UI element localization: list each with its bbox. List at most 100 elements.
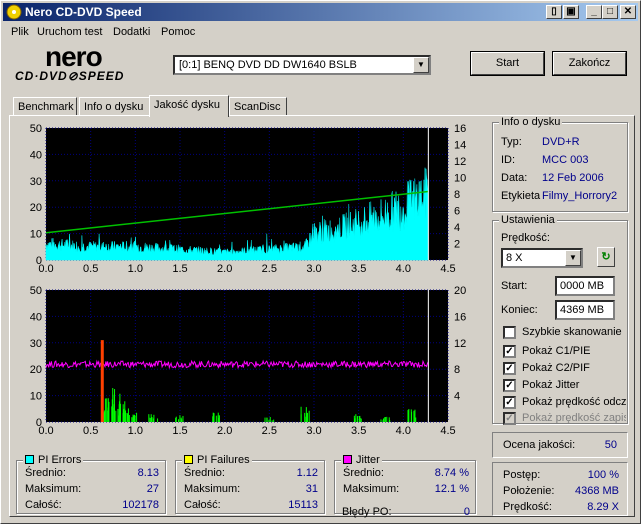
pif-total-label: Całość: [184, 499, 221, 511]
help-icon[interactable]: ▯ [546, 5, 562, 19]
menu-uruchom-test[interactable]: Uruchom test [37, 26, 102, 38]
pie-avg-label: Średnio: [25, 467, 66, 479]
y-left-tick-label: 50 [30, 285, 42, 297]
pi-failures-swatch [184, 455, 193, 464]
start-mb-input[interactable]: 0000 MB [555, 276, 615, 296]
x-tick-label: 4.5 [440, 425, 455, 437]
disc-id-label: ID: [501, 154, 516, 166]
jitter-title-wrap: Jitter [341, 454, 382, 466]
show-pie-label: Pokaż C1/PIE [522, 345, 591, 357]
nero-logo: nero CD·DVD⊘SPEED [13, 41, 163, 85]
minimize-button[interactable]: _ [586, 5, 602, 19]
x-tick-label: 3.5 [351, 263, 366, 275]
y-right-tick-label: 12 [454, 156, 466, 168]
chevron-down-icon[interactable]: ▼ [413, 57, 429, 73]
tab-disc-quality[interactable]: Jakość dysku [149, 95, 229, 117]
x-tick-label: 4.0 [396, 425, 411, 437]
speed-label: Prędkość: [501, 232, 550, 244]
menu-plik[interactable]: Plik [11, 26, 29, 38]
x-tick-label: 3.0 [306, 263, 321, 275]
x-tick-label: 3.0 [306, 425, 321, 437]
logo-cd-dvd-speed: CD·DVD⊘SPEED [15, 69, 125, 83]
menu-pomoc[interactable]: Pomoc [161, 26, 195, 38]
y-left-tick-label: 10 [30, 229, 42, 241]
x-tick-label: 0.5 [83, 425, 98, 437]
disc-info-group: Info o dysku Typ: DVD+R ID: MCC 003 Data… [492, 116, 628, 212]
settings-group: Ustawienia Prędkość: 8 X ▼ ↻ Start: 0000… [492, 214, 628, 425]
tab-panel: 0.0 0.5 1.0 1.5 2.0 2.5 3.0 3.5 4.0 4.5 0 10 20 30 40 5… [9, 115, 635, 518]
quick-scan-label: Szybkie skanowanie [522, 326, 622, 338]
y-left-tick-label: 30 [30, 338, 42, 350]
quick-scan-checkbox[interactable] [503, 326, 516, 339]
show-pif-label: Pokaż C2/PIF [522, 362, 590, 374]
y-right-tick-label: 8 [454, 364, 460, 376]
y-right-tick-label: 2 [454, 239, 460, 251]
tab-benchmark[interactable]: Benchmark [13, 97, 77, 115]
refresh-icon[interactable]: ↻ [597, 247, 615, 267]
pie-chart: 0.0 0.5 1.0 1.5 2.0 2.5 3.0 3.5 4.0 4.50102030405… [30, 123, 467, 275]
progress-value: 100 % [587, 469, 619, 481]
pie-avg-value: 8.13 [137, 467, 159, 479]
x-tick-label: 1.0 [128, 425, 143, 437]
pif-max-label: Maksimum: [184, 483, 241, 495]
speed-select[interactable]: 8 X ▼ [501, 248, 583, 268]
show-read-speed-checkbox[interactable]: ✓ [503, 396, 516, 409]
pie-total-value: 102178 [122, 499, 159, 511]
pi-errors-group: PI Errors Średnio: 8.13 Maksimum: 27 Cał… [16, 454, 166, 514]
disc-date-value: 12 Feb 2006 [542, 172, 604, 184]
jitter-title: Jitter [356, 454, 380, 466]
pi-failures-group: PI Failures Średnio: 1.12 Maksimum: 31 C… [175, 454, 325, 514]
disc-label-label: Etykieta [501, 190, 541, 202]
show-pif-checkbox[interactable]: ✓ [503, 362, 516, 375]
save-icon[interactable]: ▣ [563, 5, 579, 19]
x-tick-label: 2.5 [262, 425, 277, 437]
end-button[interactable]: Zakończ [552, 51, 627, 76]
position-label: Położenie: [503, 485, 555, 497]
pif-chart: 0.0 0.5 1.0 1.5 2.0 2.5 3.0 3.5 4.0 4.50102030405… [30, 285, 467, 437]
y-right-tick-label: 4 [454, 391, 460, 403]
show-pie-checkbox[interactable]: ✓ [503, 345, 516, 358]
pie-total-label: Całość: [25, 499, 62, 511]
y-right-tick-label: 4 [454, 222, 460, 234]
show-read-speed-label: Pokaż prędkość odczytu [522, 396, 626, 408]
y-right-tick-label: 8 [454, 189, 460, 201]
tab-disc-info[interactable]: Info o dysku [79, 97, 151, 115]
pi-errors-swatch [25, 455, 34, 464]
chevron-down-icon[interactable]: ▼ [565, 250, 581, 266]
x-tick-label: 1.0 [128, 263, 143, 275]
disc-type-value: DVD+R [542, 136, 580, 148]
settings-title: Ustawienia [499, 214, 557, 226]
pif-total-value: 15113 [288, 499, 318, 511]
y-right-tick-label: 16 [454, 123, 466, 135]
drive-select[interactable]: [0:1] BENQ DVD DD DW1640 BSLB ▼ [173, 55, 431, 75]
maximize-button[interactable]: □ [602, 5, 618, 19]
y-right-tick-label: 14 [454, 140, 466, 152]
po-errors-label: Błędy PO: [342, 506, 392, 518]
app-window: Nero CD-DVD Speed ▯ ▣ _ □ ✕ Plik Uruchom… [0, 0, 641, 524]
end-label: Koniec: [501, 304, 538, 316]
speed-select-value: 8 X [506, 252, 523, 264]
end-mb-input[interactable]: 4369 MB [555, 300, 615, 320]
y-left-tick-label: 0 [36, 417, 42, 429]
close-button[interactable]: ✕ [620, 5, 636, 19]
y-left-tick-label: 0 [36, 255, 42, 267]
pif-max-value: 31 [305, 483, 318, 495]
title-bar[interactable]: Nero CD-DVD Speed ▯ ▣ _ □ ✕ [3, 3, 638, 21]
show-write-speed-label: Pokaż prędkość zapisu [522, 412, 626, 424]
disc-type-label: Typ: [501, 136, 522, 148]
show-jitter-checkbox[interactable]: ✓ [503, 379, 516, 392]
y-left-tick-label: 40 [30, 311, 42, 323]
speed-readout-value: 8.29 X [587, 501, 619, 513]
start-button[interactable]: Start [470, 51, 545, 76]
x-tick-label: 3.5 [351, 425, 366, 437]
pif-avg-value: 1.12 [296, 467, 318, 479]
y-left-tick-label: 30 [30, 176, 42, 188]
disc-label-value: Filmy_Horrory2 [542, 190, 618, 202]
pi-errors-title: PI Errors [38, 454, 82, 466]
menu-dodatki[interactable]: Dodatki [113, 26, 150, 38]
tab-scandisc[interactable]: ScanDisc [229, 97, 287, 115]
x-tick-label: 4.5 [440, 263, 455, 275]
speed-readout-label: Prędkość: [503, 501, 552, 513]
show-jitter-label: Pokaż Jitter [522, 379, 580, 391]
y-right-tick-label: 20 [454, 285, 466, 297]
